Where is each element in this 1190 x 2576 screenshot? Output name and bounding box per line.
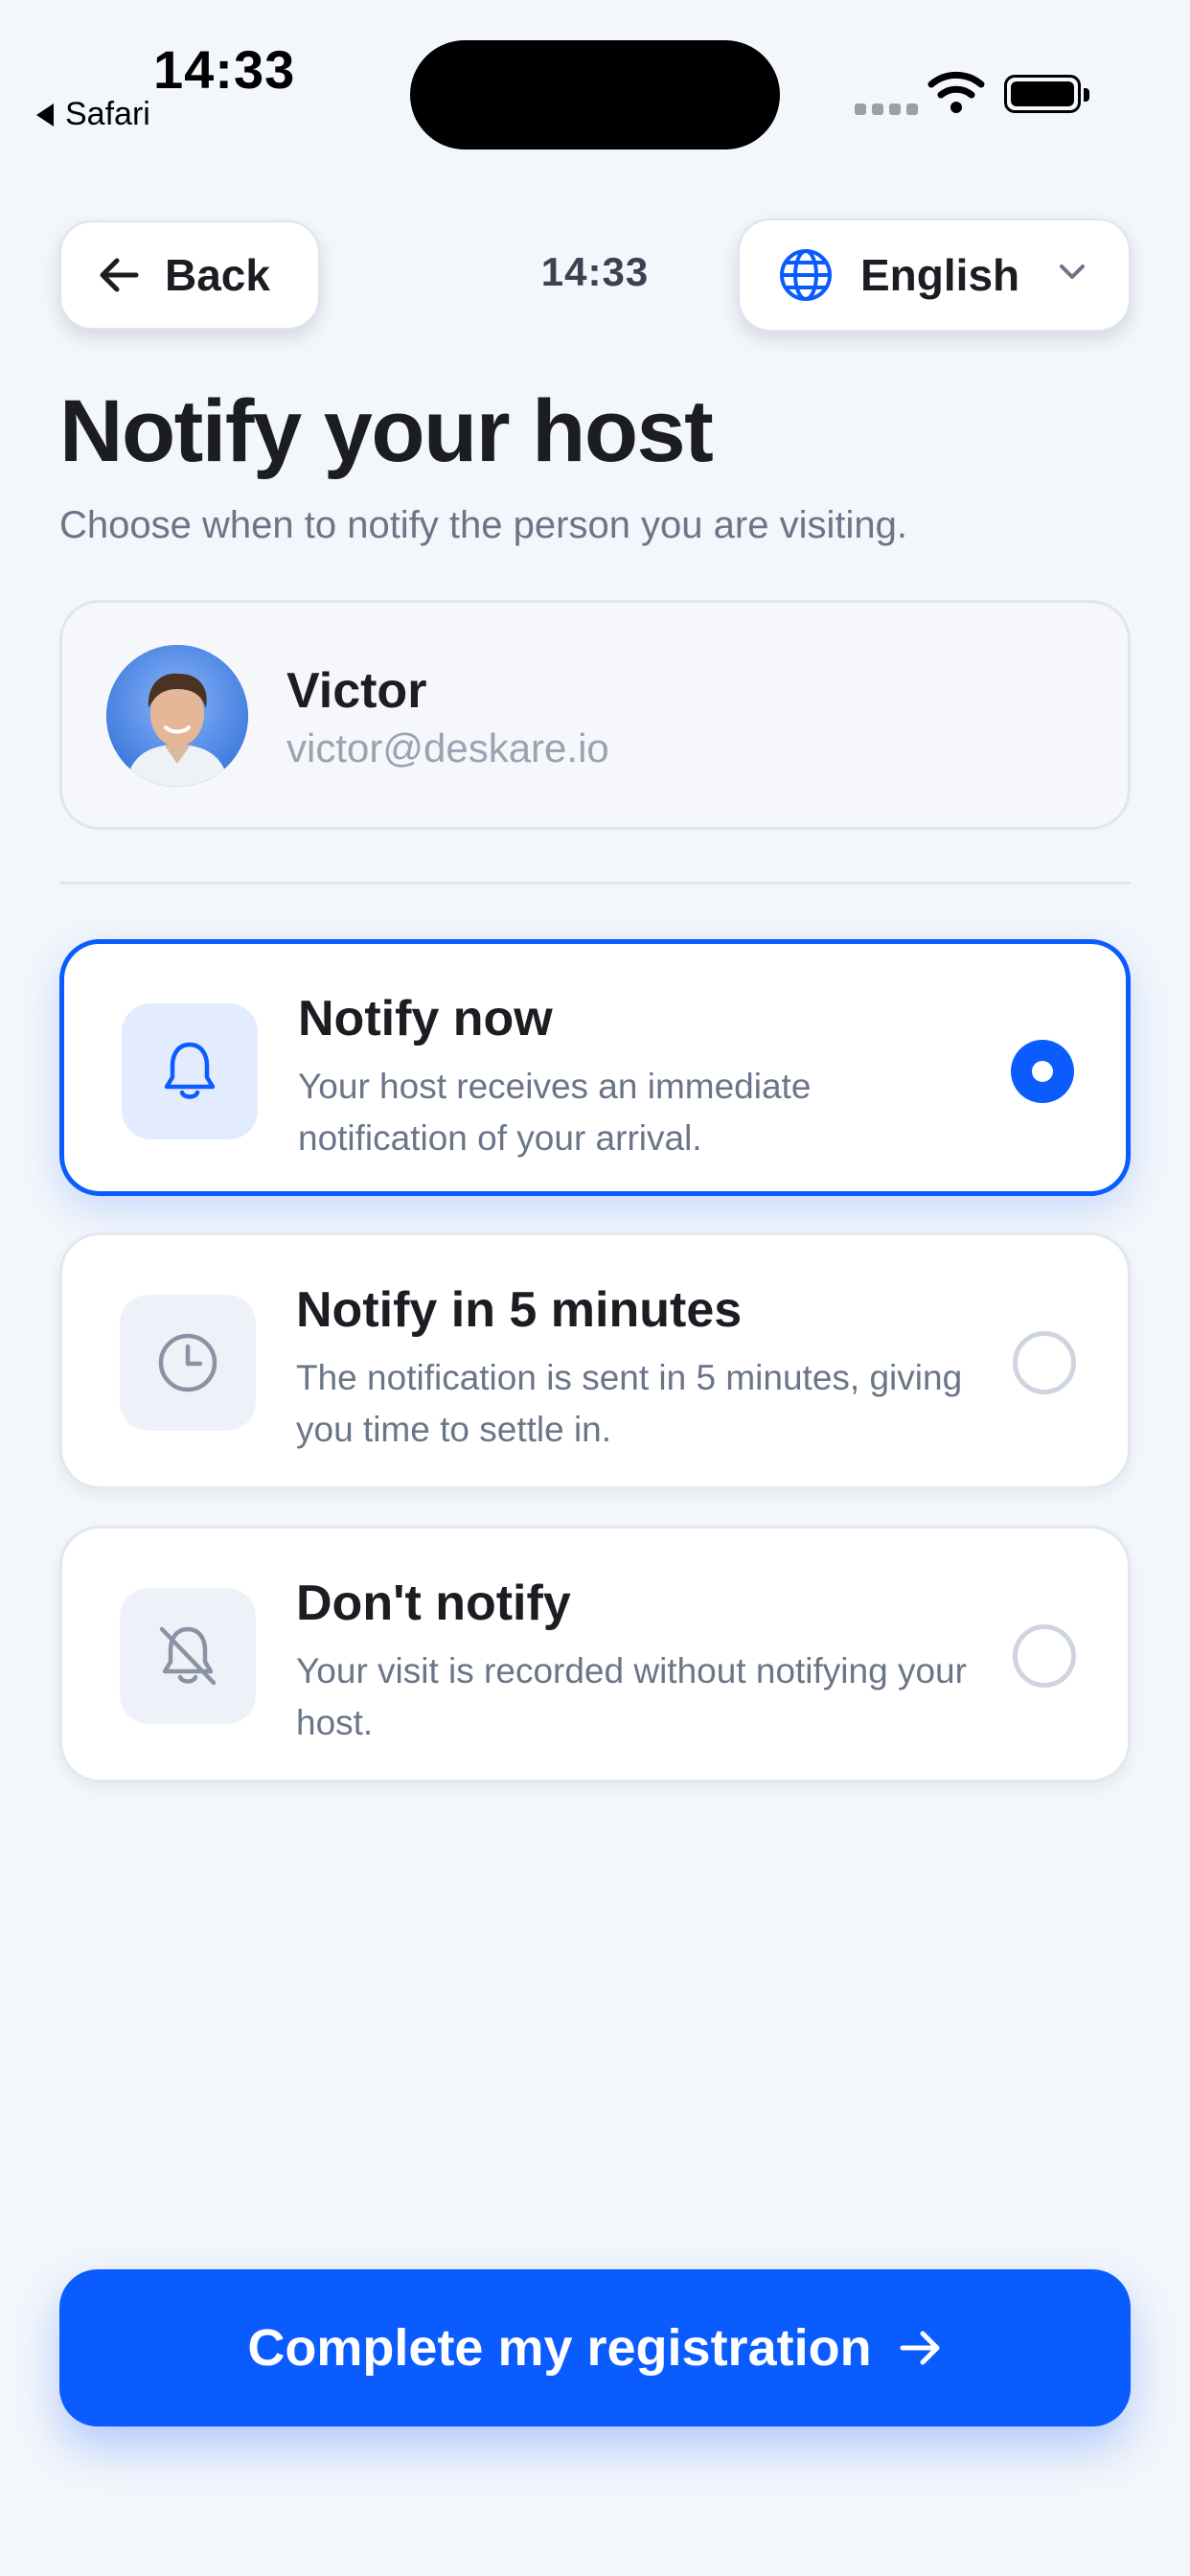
option-description: Your host receives an immediate notifica… bbox=[298, 1067, 812, 1158]
option-icon-box bbox=[122, 1003, 258, 1139]
radio-unselected[interactable] bbox=[1013, 1624, 1076, 1688]
screen: 14:33 Safari Back 14:33 English Notify y… bbox=[0, 0, 1190, 2576]
chevron-down-icon bbox=[1060, 264, 1085, 279]
option-title: Don't notify bbox=[296, 1576, 571, 1631]
option-dont-notify[interactable]: Don't notify Your visit is recorded with… bbox=[59, 1526, 1131, 1782]
page-subtitle: Choose when to notify the person you are… bbox=[59, 504, 907, 546]
clock-icon bbox=[158, 1333, 217, 1392]
page-title: Notify your host bbox=[59, 382, 714, 480]
section-divider bbox=[59, 882, 1131, 885]
status-back-label: Safari bbox=[65, 96, 150, 132]
option-icon-box bbox=[120, 1295, 256, 1431]
host-email: victor@deskare.io bbox=[286, 725, 609, 770]
avatar-portrait-icon bbox=[106, 645, 248, 787]
radio-selected[interactable] bbox=[1011, 1040, 1074, 1103]
cta-label: Complete my registration bbox=[247, 2319, 872, 2377]
globe-icon bbox=[780, 249, 832, 301]
option-notify-now[interactable]: Notify now Your host receives an immedia… bbox=[59, 939, 1131, 1196]
back-triangle-icon bbox=[36, 103, 54, 126]
host-card: Victor victor@deskare.io bbox=[59, 600, 1131, 830]
option-description: Your visit is recorded without notifying… bbox=[296, 1651, 967, 1742]
status-time: 14:33 bbox=[153, 39, 296, 100]
option-title: Notify in 5 minutes bbox=[296, 1282, 743, 1338]
language-label: English bbox=[860, 250, 1020, 300]
complete-registration-button[interactable]: Complete my registration bbox=[59, 2269, 1131, 2426]
bell-icon bbox=[164, 1042, 216, 1099]
option-icon-box bbox=[120, 1588, 256, 1724]
cellular-signal-icon bbox=[855, 104, 918, 115]
radio-unselected[interactable] bbox=[1013, 1331, 1076, 1394]
option-notify-in-5-minutes[interactable]: Notify in 5 minutes The notification is … bbox=[59, 1232, 1131, 1489]
option-description: The notification is sent in 5 minutes, g… bbox=[296, 1358, 963, 1449]
host-name: Victor bbox=[286, 663, 427, 719]
option-title: Notify now bbox=[298, 991, 553, 1046]
host-avatar bbox=[106, 645, 248, 787]
status-back-to-app[interactable]: Safari bbox=[36, 96, 150, 133]
bell-off-icon bbox=[159, 1626, 217, 1686]
arrow-right-icon bbox=[900, 2331, 940, 2365]
wifi-icon bbox=[927, 71, 985, 113]
dynamic-island bbox=[410, 40, 780, 150]
battery-icon bbox=[1004, 75, 1089, 113]
language-selector[interactable]: English bbox=[738, 218, 1131, 332]
